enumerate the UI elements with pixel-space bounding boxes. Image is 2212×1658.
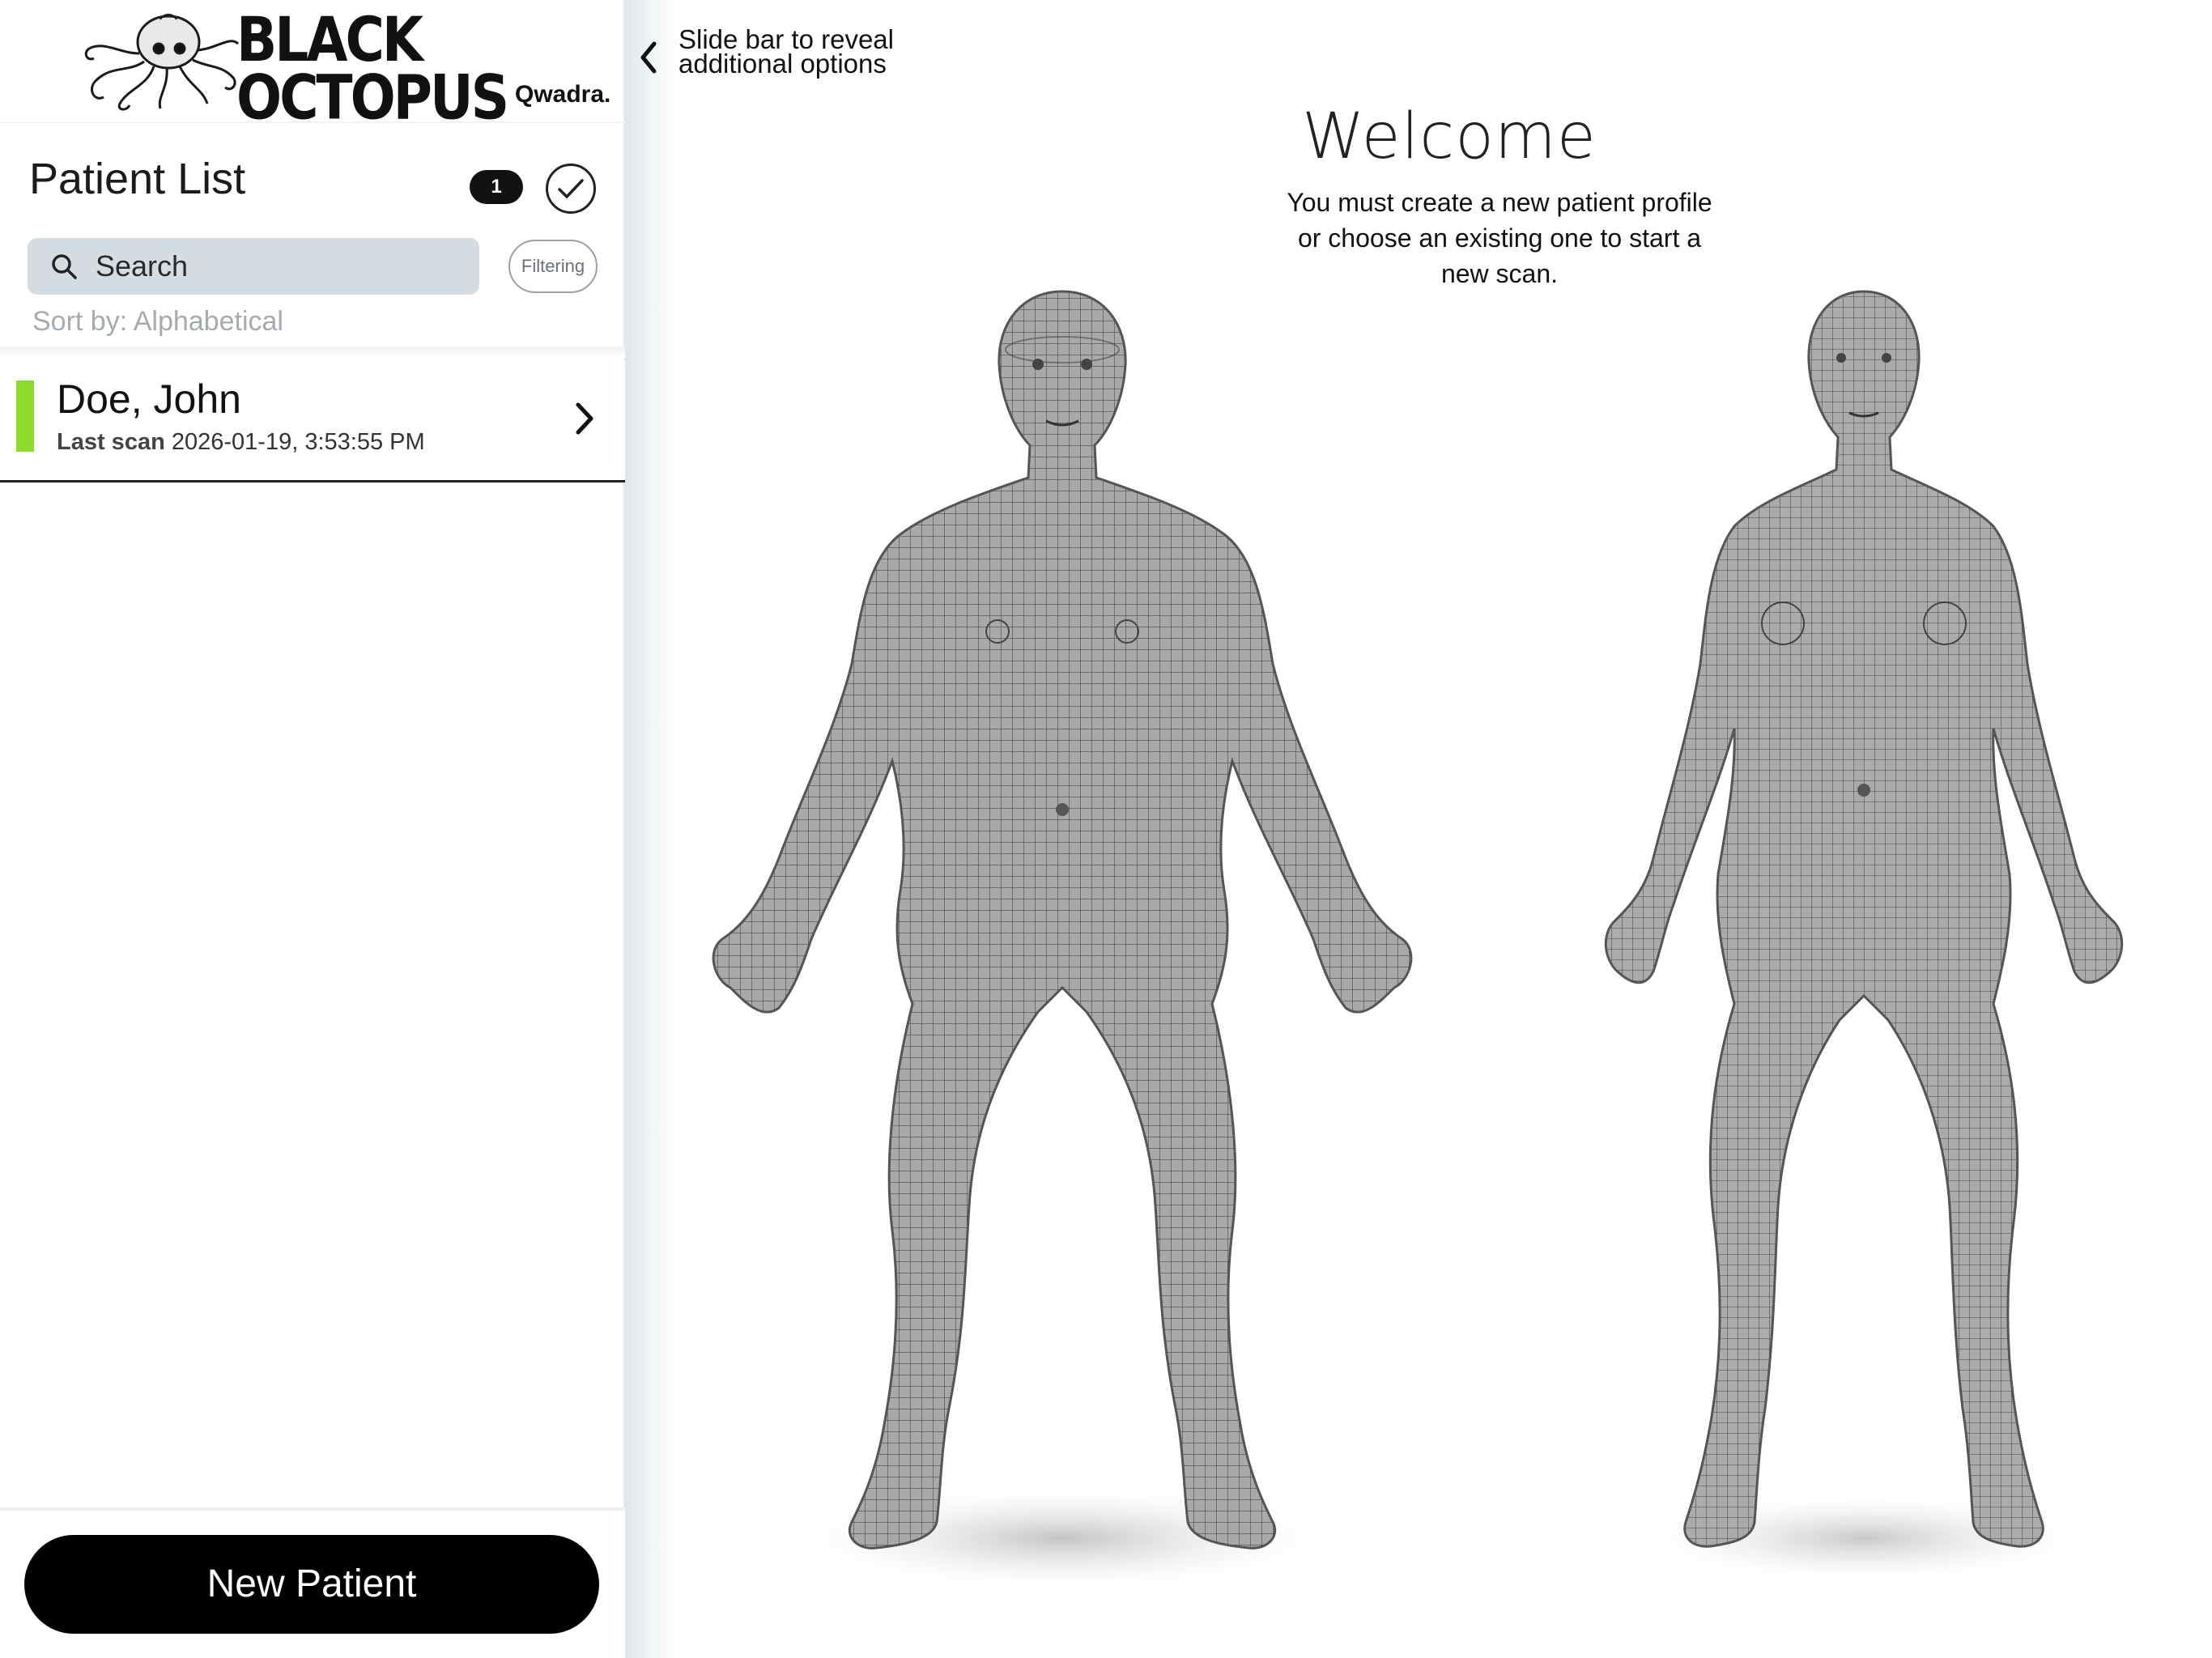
checkmark-icon bbox=[558, 179, 584, 198]
patient-name: Doe, John bbox=[57, 376, 241, 422]
sidebar-footer: New Patient bbox=[0, 1507, 625, 1658]
search-input[interactable] bbox=[96, 249, 452, 283]
partner-logo: Qwadra. bbox=[515, 81, 611, 108]
logo-line-2: OCTOPUS bbox=[236, 62, 509, 134]
slide-hint-text: Slide bar to reveal additional options bbox=[678, 26, 894, 79]
new-patient-button[interactable]: New Patient bbox=[24, 1535, 599, 1634]
patient-last-scan: Last scan 2026-01-19, 3:53:55 PM bbox=[57, 429, 425, 456]
select-mode-button[interactable] bbox=[546, 164, 596, 214]
patient-list-item[interactable]: Doe, John Last scan 2026-01-19, 3:53:55 … bbox=[0, 359, 625, 483]
divider bbox=[0, 346, 625, 358]
patient-count-badge: 1 bbox=[470, 170, 523, 204]
male-body-model[interactable] bbox=[706, 275, 1419, 1652]
sidebar: BLACK OCTOPUS Qwadra. Patient List 1 Fil… bbox=[0, 0, 625, 1658]
slide-hint[interactable]: Slide bar to reveal additional options bbox=[636, 26, 894, 79]
brand-logo-text: BLACK OCTOPUS bbox=[236, 3, 509, 134]
logo-line-1: BLACK bbox=[236, 3, 423, 76]
page-title: Patient List bbox=[29, 155, 246, 203]
welcome-title: Welcome bbox=[1302, 100, 1597, 173]
slide-hint-line-2: additional options bbox=[678, 49, 887, 79]
slide-bar-handle[interactable] bbox=[625, 0, 682, 1658]
brand-header: BLACK OCTOPUS Qwadra. bbox=[0, 0, 625, 128]
chevron-left-icon bbox=[640, 41, 657, 74]
female-body-model[interactable] bbox=[1548, 275, 2180, 1652]
search-icon bbox=[52, 254, 77, 279]
chevron-right-icon bbox=[576, 402, 593, 435]
last-scan-value: 2026-01-19, 3:53:55 PM bbox=[171, 429, 425, 455]
sort-label[interactable]: Sort by: Alphabetical bbox=[32, 306, 283, 338]
search-bar[interactable] bbox=[28, 238, 479, 295]
octopus-logo-icon bbox=[84, 14, 240, 111]
app-root: BLACK OCTOPUS Qwadra. Patient List 1 Fil… bbox=[0, 0, 2212, 1658]
patient-status-indicator bbox=[16, 380, 34, 452]
filtering-button[interactable]: Filtering bbox=[508, 240, 598, 293]
main-panel: Slide bar to reveal additional options W… bbox=[625, 0, 2212, 1658]
last-scan-label: Last scan bbox=[57, 429, 165, 455]
